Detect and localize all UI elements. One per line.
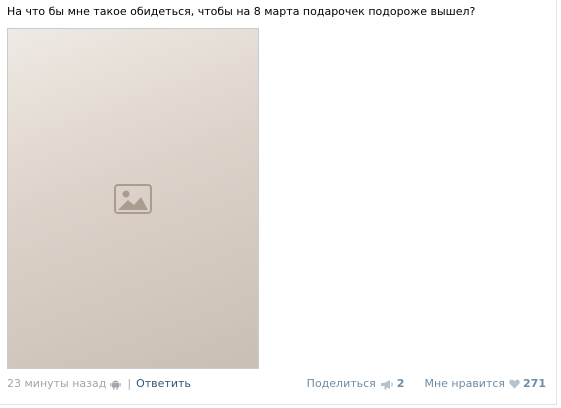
meta-separator: | [127, 377, 132, 390]
android-icon [110, 380, 122, 390]
post-timestamp[interactable]: 23 минуты назад [7, 376, 106, 392]
megaphone-icon [380, 379, 393, 389]
like-count: 271 [523, 377, 546, 390]
share-button[interactable]: Поделиться [307, 376, 376, 392]
post-photo[interactable] [7, 28, 259, 369]
post-actions: Поделиться 2 Мне нравится 271 [307, 376, 546, 392]
image-placeholder-icon [114, 183, 152, 214]
post-text: На что бы мне такое обидеться, чтобы на … [7, 5, 476, 18]
share-count: 2 [396, 377, 405, 390]
post-container: На что бы мне такое обидеться, чтобы на … [0, 0, 557, 405]
reply-link[interactable]: Ответить [136, 376, 191, 392]
heart-icon [509, 379, 520, 389]
like-button[interactable]: Мне нравится [424, 376, 505, 392]
post-meta: 23 минуты назад | Ответить [7, 376, 191, 392]
post-footer: 23 минуты назад | Ответить Поделиться 2 … [7, 376, 546, 392]
